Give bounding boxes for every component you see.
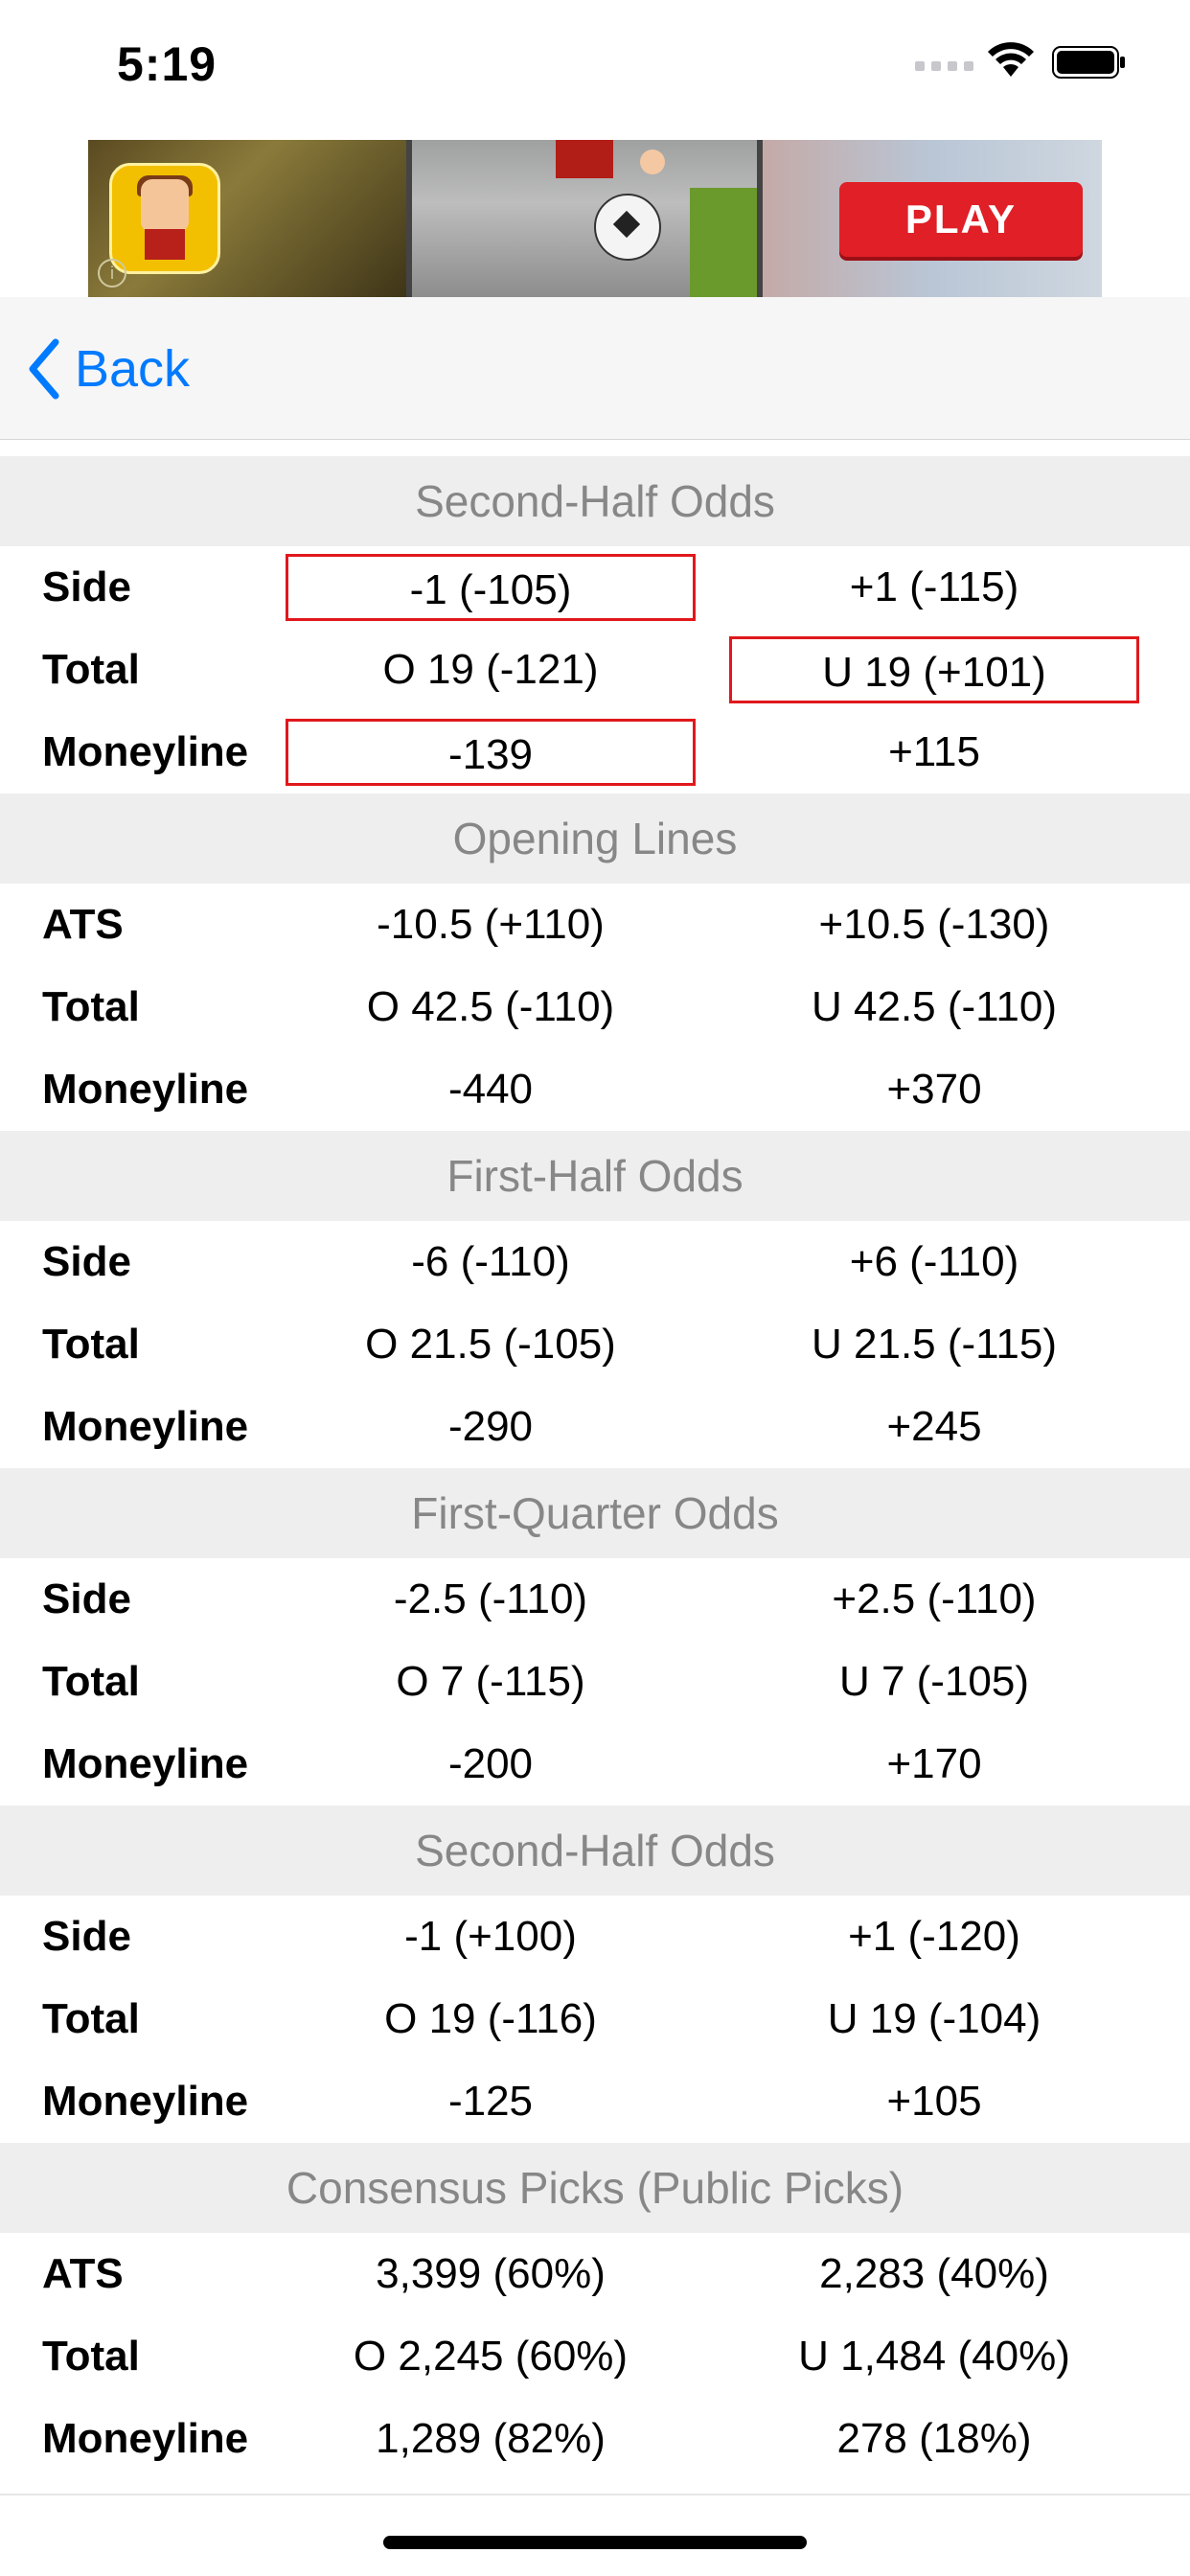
odds-cell[interactable]: O 7 (-115) xyxy=(286,1648,696,1715)
picks-cell: 2,283 (40%) xyxy=(819,2250,1049,2297)
odds-cell-selected[interactable]: -1 (-105) xyxy=(286,554,696,621)
row-label: Moneyline xyxy=(42,1066,249,1113)
table-row: ATS 3,399 (60%) 2,283 (40%) xyxy=(0,2233,1190,2315)
navigation-bar: Back xyxy=(0,297,1190,440)
chevron-left-icon xyxy=(29,338,59,400)
odds-cell[interactable]: +170 xyxy=(729,1731,1139,1798)
status-time: 5:19 xyxy=(117,37,217,91)
odds-cell[interactable]: -6 (-110) xyxy=(286,1229,696,1296)
section-header-second-half-odds: Second-Half Odds xyxy=(0,1806,1190,1896)
game-app-icon xyxy=(109,163,220,274)
ad-info-icon[interactable]: i xyxy=(98,259,126,288)
odds-cell-selected[interactable]: U 19 (+101) xyxy=(729,636,1139,703)
back-label: Back xyxy=(75,340,191,398)
row-label: Side xyxy=(42,1913,131,1960)
table-row: Total O 7 (-115) U 7 (-105) xyxy=(0,1641,1190,1723)
table-row: Total O 19 (-116) U 19 (-104) xyxy=(0,1978,1190,2060)
odds-cell[interactable]: O 19 (-121) xyxy=(286,636,696,703)
row-label: Side xyxy=(42,1238,131,1285)
odds-cell-selected[interactable]: -139 xyxy=(286,719,696,786)
row-label: Side xyxy=(42,1576,131,1622)
row-label: Moneyline xyxy=(42,1740,249,1787)
table-row: Moneyline -139 +115 xyxy=(0,711,1190,794)
odds-cell[interactable]: -10.5 (+110) xyxy=(286,891,696,958)
row-label: Total xyxy=(42,646,140,693)
table-row: Total O 19 (-121) U 19 (+101) xyxy=(0,629,1190,711)
odds-cell[interactable]: -440 xyxy=(286,1056,696,1123)
row-label: Moneyline xyxy=(42,2078,249,2125)
row-label: ATS xyxy=(42,2250,124,2297)
odds-cell[interactable]: +2.5 (-110) xyxy=(729,1566,1139,1633)
odds-cell[interactable]: O 21.5 (-105) xyxy=(286,1311,696,1378)
ad-play-button[interactable]: PLAY xyxy=(839,182,1083,257)
picks-cell: 1,289 (82%) xyxy=(376,2415,606,2462)
odds-cell[interactable]: +6 (-110) xyxy=(729,1229,1139,1296)
home-indicator[interactable] xyxy=(383,2536,807,2549)
odds-cell[interactable]: U 21.5 (-115) xyxy=(729,1311,1139,1378)
row-label: Moneyline xyxy=(42,2415,249,2462)
table-row: ATS -10.5 (+110) +10.5 (-130) xyxy=(0,884,1190,966)
section-header-first-quarter-odds: First-Quarter Odds xyxy=(0,1468,1190,1558)
table-bottom-divider xyxy=(0,2480,1190,2496)
odds-cell[interactable]: O 42.5 (-110) xyxy=(286,974,696,1041)
row-label: Total xyxy=(42,1995,140,2042)
table-row: Side -2.5 (-110) +2.5 (-110) xyxy=(0,1558,1190,1641)
odds-cell[interactable]: -290 xyxy=(286,1393,696,1460)
odds-cell[interactable]: +10.5 (-130) xyxy=(729,891,1139,958)
table-row: Moneyline -200 +170 xyxy=(0,1723,1190,1806)
table-row: Moneyline -125 +105 xyxy=(0,2060,1190,2143)
table-row: Total O 21.5 (-105) U 21.5 (-115) xyxy=(0,1303,1190,1386)
row-label: Total xyxy=(42,2333,140,2380)
picks-cell: U 1,484 (40%) xyxy=(798,2333,1070,2380)
odds-cell[interactable]: -1 (+100) xyxy=(286,1903,696,1970)
table-row: Moneyline -290 +245 xyxy=(0,1386,1190,1468)
row-label: Total xyxy=(42,1658,140,1705)
table-row: Total O 42.5 (-110) U 42.5 (-110) xyxy=(0,966,1190,1048)
odds-cell[interactable]: +105 xyxy=(729,2068,1139,2135)
odds-cell[interactable]: +370 xyxy=(729,1056,1139,1123)
row-label: ATS xyxy=(42,901,124,948)
back-button[interactable]: Back xyxy=(25,335,190,402)
picks-cell: 278 (18%) xyxy=(836,2415,1032,2462)
battery-icon xyxy=(1052,46,1125,79)
cellular-signal-icon xyxy=(915,61,973,71)
row-label: Moneyline xyxy=(42,728,249,775)
odds-cell[interactable]: -125 xyxy=(286,2068,696,2135)
odds-cell[interactable]: +1 (-115) xyxy=(729,554,1139,621)
ad-cta-panel: PLAY xyxy=(763,140,1102,297)
odds-table: Second-Half Odds Side -1 (-105) +1 (-115… xyxy=(0,439,1190,2496)
row-label: Moneyline xyxy=(42,1403,249,1450)
table-row: Moneyline 1,289 (82%) 278 (18%) xyxy=(0,2398,1190,2480)
player-figure xyxy=(556,140,613,178)
odds-cell[interactable]: -2.5 (-110) xyxy=(286,1566,696,1633)
section-header-consensus-picks: Consensus Picks (Public Picks) xyxy=(0,2143,1190,2233)
wifi-icon xyxy=(988,42,1034,77)
section-header-second-half-odds: Second-Half Odds xyxy=(0,456,1190,546)
picks-cell: O 2,245 (60%) xyxy=(353,2333,629,2380)
odds-cell[interactable]: -200 xyxy=(286,1731,696,1798)
ad-app-panel: i xyxy=(88,140,406,297)
row-label: Total xyxy=(42,983,140,1030)
odds-cell[interactable]: U 42.5 (-110) xyxy=(729,974,1139,1041)
picks-cell: 3,399 (60%) xyxy=(376,2250,606,2297)
section-header-first-half-odds: First-Half Odds xyxy=(0,1131,1190,1221)
ad-banner[interactable]: i PLAY xyxy=(88,140,1102,297)
table-row: Side -6 (-110) +6 (-110) xyxy=(0,1221,1190,1303)
section-header-opening-lines: Opening Lines xyxy=(0,794,1190,884)
odds-cell[interactable]: +1 (-120) xyxy=(729,1903,1139,1970)
odds-cell[interactable]: +115 xyxy=(729,719,1139,786)
odds-cell[interactable]: U 7 (-105) xyxy=(729,1648,1139,1715)
odds-cell[interactable]: +245 xyxy=(729,1393,1139,1460)
table-row: Side -1 (-105) +1 (-115) xyxy=(0,546,1190,629)
ad-gameplay-panel xyxy=(412,140,757,297)
odds-cell[interactable]: U 19 (-104) xyxy=(729,1986,1139,2053)
table-row: Moneyline -440 +370 xyxy=(0,1048,1190,1131)
row-label: Total xyxy=(42,1321,140,1368)
odds-cell[interactable]: O 19 (-116) xyxy=(286,1986,696,2053)
table-row: Side -1 (+100) +1 (-120) xyxy=(0,1896,1190,1978)
row-label: Side xyxy=(42,564,131,610)
table-row: Total O 2,245 (60%) U 1,484 (40%) xyxy=(0,2315,1190,2398)
status-bar: 5:19 xyxy=(0,0,1190,134)
soccer-ball-icon xyxy=(594,194,661,261)
